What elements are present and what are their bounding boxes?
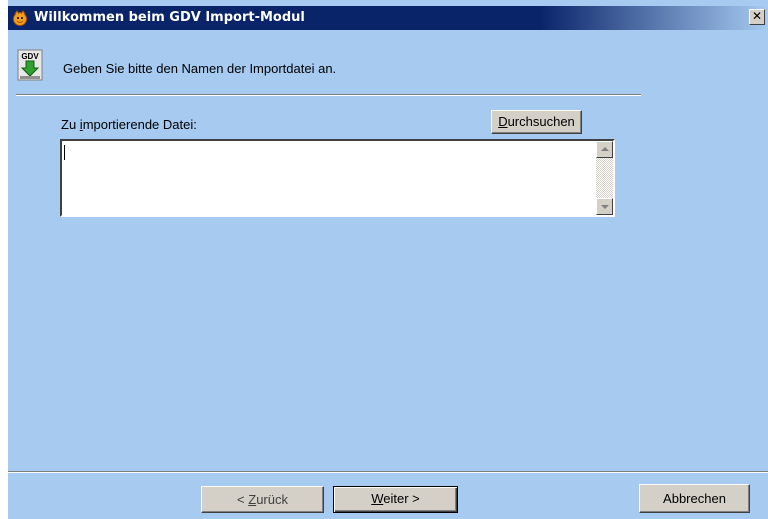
- next-label-rest: eiter >: [383, 491, 420, 506]
- browse-mnemonic: D: [498, 114, 508, 129]
- vertical-scrollbar[interactable]: [596, 141, 613, 215]
- scroll-up-button[interactable]: [596, 141, 613, 158]
- scroll-down-button[interactable]: [596, 198, 613, 215]
- arrow-down-icon: [601, 205, 609, 209]
- footer-divider: [8, 471, 768, 473]
- window-title: Willkommen beim GDV Import-Modul: [34, 10, 305, 25]
- browse-label-rest: urchsuchen: [507, 114, 575, 129]
- instruction-text: Geben Sie bitte den Namen der Importdate…: [63, 61, 337, 76]
- back-button[interactable]: < Zurück: [201, 486, 324, 513]
- cancel-button[interactable]: Abbrechen: [639, 484, 750, 513]
- file-field-label: Zu importierende Datei:: [61, 117, 197, 132]
- file-label-prefix: Zu: [61, 117, 80, 132]
- close-button[interactable]: ✕: [749, 9, 765, 25]
- next-mnemonic: W: [371, 491, 384, 506]
- svg-text:GDV: GDV: [21, 52, 39, 61]
- next-button[interactable]: Weiter >: [333, 486, 458, 513]
- import-file-input[interactable]: [60, 139, 615, 217]
- back-label-rest: urück: [256, 492, 288, 507]
- browse-button[interactable]: Durchsuchen: [491, 110, 582, 134]
- back-prefix: <: [237, 492, 249, 507]
- back-mnemonic: Z: [248, 492, 257, 507]
- import-wizard-window: Willkommen beim GDV Import-Modul ✕ GDV G…: [8, 0, 768, 519]
- arrow-up-icon: [601, 147, 609, 151]
- title-bar[interactable]: Willkommen beim GDV Import-Modul ✕: [8, 6, 768, 30]
- gdv-import-icon: GDV: [17, 49, 43, 81]
- file-label-rest: mportierende Datei:: [82, 117, 197, 132]
- app-logo-icon: [13, 10, 27, 26]
- close-icon: ✕: [751, 9, 763, 23]
- header-divider: [16, 94, 641, 96]
- text-caret: [64, 145, 65, 160]
